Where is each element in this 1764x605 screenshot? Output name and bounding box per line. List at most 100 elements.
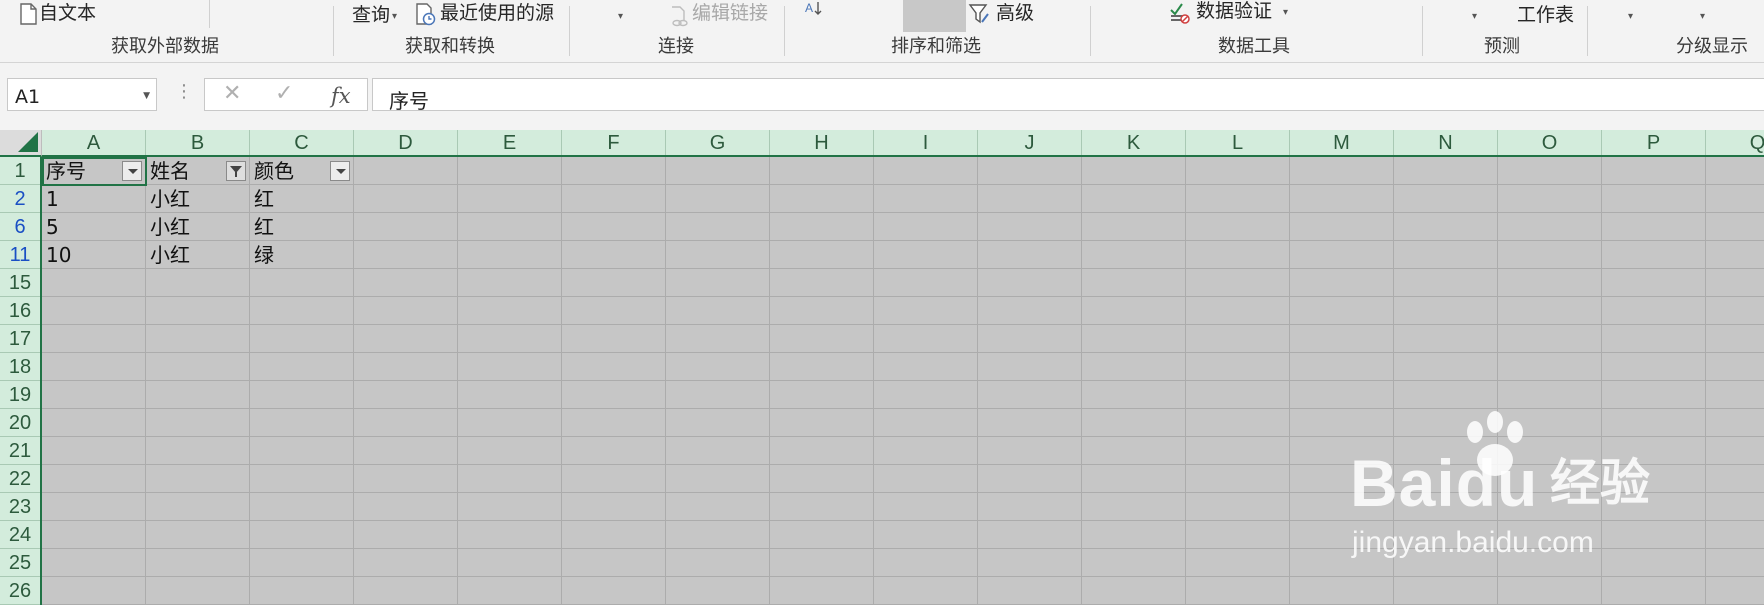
chevron-down-icon: ▾	[1472, 11, 1478, 22]
column-header-e[interactable]: E	[458, 130, 562, 155]
divider	[1587, 6, 1588, 56]
row-header-22[interactable]: 22	[0, 465, 40, 493]
group-label-connections: 连接	[658, 36, 694, 57]
cancel-icon[interactable]: ✕	[223, 83, 241, 105]
filter-applied-button[interactable]	[226, 161, 246, 181]
row-header-25[interactable]: 25	[0, 549, 40, 577]
grid-line	[1185, 157, 1186, 605]
formula-input[interactable]: 序号	[372, 78, 1764, 113]
chevron-down-icon: ▾	[1700, 11, 1706, 22]
row-header-6[interactable]: 6	[0, 213, 40, 241]
filter-icon-stem	[235, 172, 237, 177]
column-header-g[interactable]: G	[666, 130, 770, 155]
column-header-i[interactable]: I	[874, 130, 978, 155]
grid-line	[1289, 157, 1290, 605]
column-header-p[interactable]: P	[1602, 130, 1706, 155]
formula-bar: A1 ▼ ⋮ ✕ ✓ fx 序号	[0, 63, 1764, 130]
column-header-q[interactable]: Q	[1706, 130, 1764, 155]
table-cell[interactable]: 10	[42, 241, 71, 269]
from-text-button[interactable]: 自文本	[39, 4, 96, 23]
row-header-18[interactable]: 18	[0, 353, 40, 381]
name-box-value: A1	[15, 86, 41, 108]
row-header-20[interactable]: 20	[0, 409, 40, 437]
recent-sources-button[interactable]: 最近使用的源	[440, 4, 554, 23]
group-label-get-transform: 获取和转换	[405, 36, 495, 57]
table-cell[interactable]: 绿	[250, 241, 274, 269]
edit-links-icon	[668, 4, 690, 28]
select-all-button[interactable]	[0, 130, 42, 157]
grid-line	[42, 184, 1764, 185]
row-header-19[interactable]: 19	[0, 381, 40, 409]
column-header-c[interactable]: C	[250, 130, 354, 155]
sort-az-icon[interactable]: A	[804, 0, 826, 24]
row-header-24[interactable]: 24	[0, 521, 40, 549]
enter-icon[interactable]: ✓	[275, 83, 293, 105]
column-header-a[interactable]: A	[42, 130, 146, 155]
more-icon[interactable]: ⋮	[175, 83, 193, 101]
grid-line	[873, 157, 874, 605]
grid-line	[1081, 157, 1082, 605]
table-cell[interactable]: 5	[42, 213, 59, 241]
table-cell[interactable]: 小红	[146, 185, 190, 213]
insert-function-icon[interactable]: fx	[331, 84, 351, 108]
row-header-2[interactable]: 2	[0, 185, 40, 213]
table-cell[interactable]: 小红	[146, 241, 190, 269]
row-header-17[interactable]: 17	[0, 325, 40, 353]
table-cell[interactable]: 1	[42, 185, 59, 213]
column-header-k[interactable]: K	[1082, 130, 1186, 155]
column-header-b[interactable]: B	[146, 130, 250, 155]
column-headers: ABCDEFGHIJKLMNOPQ	[42, 130, 1764, 157]
grid-line	[42, 576, 1764, 577]
group-label-sort-filter: 排序和筛选	[891, 36, 981, 57]
divider	[1422, 6, 1423, 56]
row-header-16[interactable]: 16	[0, 297, 40, 325]
data-validation-button[interactable]: 数据验证	[1196, 2, 1272, 21]
grid-line	[1705, 157, 1706, 605]
filter-dropdown-button[interactable]	[330, 161, 350, 181]
chevron-down-icon: ▾	[1283, 7, 1289, 18]
row-header-26[interactable]: 26	[0, 577, 40, 605]
column-header-f[interactable]: F	[562, 130, 666, 155]
column-header-d[interactable]: D	[354, 130, 458, 155]
watermark-brand: Baidu	[1350, 446, 1539, 520]
grid-line	[769, 157, 770, 605]
column-header-o[interactable]: O	[1498, 130, 1602, 155]
name-box[interactable]: A1 ▼	[7, 78, 157, 111]
group-label-get-external-data: 获取外部数据	[111, 36, 219, 57]
edit-links-button[interactable]: 编辑链接	[692, 4, 768, 23]
grid-line	[42, 268, 1764, 269]
column-header-h[interactable]: H	[770, 130, 874, 155]
table-cell[interactable]: 小红	[146, 213, 190, 241]
new-query-button[interactable]: 查询	[352, 6, 390, 25]
filter-button[interactable]	[903, 0, 966, 32]
chevron-down-icon: ▾	[618, 11, 624, 22]
row-header-1[interactable]: 1	[0, 157, 40, 185]
text-file-icon	[17, 2, 39, 26]
column-header-n[interactable]: N	[1394, 130, 1498, 155]
header-cell[interactable]: 姓名	[146, 157, 190, 185]
divider	[784, 6, 785, 56]
baidu-jingyan-watermark: Baidu 经验 jingyan.baidu.com	[1350, 410, 1680, 570]
ribbon: 自文本 获取外部数据 查询 ▾ 最近使用的源 获取和转换 ▾ 编辑链接 连接 A…	[0, 0, 1764, 63]
column-header-l[interactable]: L	[1186, 130, 1290, 155]
forecast-sheet-button[interactable]: 工作表	[1517, 6, 1574, 25]
formula-content: 序号	[389, 89, 429, 113]
recent-sources-icon	[414, 2, 436, 26]
divider	[333, 6, 334, 56]
row-header-15[interactable]: 15	[0, 269, 40, 297]
row-header-23[interactable]: 23	[0, 493, 40, 521]
grid-line	[561, 157, 562, 605]
row-header-11[interactable]: 11	[0, 241, 40, 269]
svg-text:A: A	[805, 1, 813, 15]
table-cell[interactable]: 红	[250, 185, 274, 213]
grid-line	[42, 408, 1764, 409]
column-header-m[interactable]: M	[1290, 130, 1394, 155]
data-validation-icon	[1168, 0, 1190, 24]
table-cell[interactable]: 红	[250, 213, 274, 241]
column-header-j[interactable]: J	[978, 130, 1082, 155]
chevron-down-icon[interactable]: ▼	[143, 91, 150, 101]
row-header-21[interactable]: 21	[0, 437, 40, 465]
advanced-filter-button[interactable]: 高级	[996, 4, 1034, 23]
header-cell[interactable]: 颜色	[250, 157, 294, 185]
chevron-down-icon: ▾	[1628, 11, 1634, 22]
